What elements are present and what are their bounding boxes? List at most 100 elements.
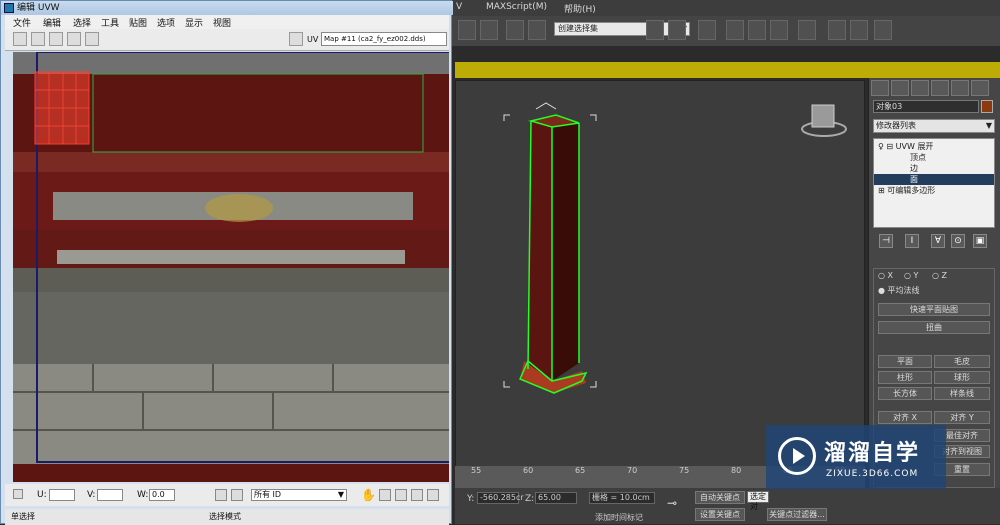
layer-icon[interactable] (698, 20, 716, 40)
selected-dropdown[interactable]: 选定对 (747, 491, 769, 511)
id-filter-dropdown[interactable]: 所有 ID ▼ (251, 489, 347, 501)
hierarchy-tab-icon[interactable] (911, 80, 929, 96)
menu-edit[interactable]: 编辑 (43, 16, 61, 29)
create-tab-icon[interactable] (871, 80, 889, 96)
menu-tools[interactable]: 工具 (101, 16, 119, 29)
motion-tab-icon[interactable] (931, 80, 949, 96)
uv-editor-titlebar[interactable]: 编辑 UVW (1, 1, 453, 15)
render-frame-icon[interactable] (828, 20, 846, 40)
object-name-field[interactable]: 对象03 (873, 100, 979, 113)
align-y-button[interactable]: 对齐 Y (934, 411, 990, 424)
stack-item-vertex[interactable]: 顶点 (910, 152, 926, 163)
abc-icon[interactable] (528, 20, 546, 40)
watermark-title: 溜溜自学 (824, 441, 921, 466)
schematic-view-icon[interactable] (748, 20, 766, 40)
map-select-dropdown[interactable]: Map #11 (ca2_fy_ez002.dds) (321, 32, 447, 46)
uv-editor-window: 编辑 UVW 文件 编辑 选择 工具 贴图 选项 显示 视图 UV Map #1… (0, 0, 453, 525)
lock-selection-icon[interactable] (215, 489, 227, 501)
align-icon[interactable] (668, 20, 686, 40)
radio-label: Y (913, 271, 919, 280)
radio-z[interactable]: ○ Z (932, 271, 947, 280)
spherical-button[interactable]: 球形 (934, 371, 990, 384)
perspective-viewport[interactable] (455, 80, 865, 480)
percent-snap-icon[interactable] (458, 20, 476, 40)
scale-icon[interactable] (49, 32, 63, 46)
radio-average-normals[interactable]: ● 平均法线 (878, 285, 920, 296)
v-field[interactable] (97, 489, 123, 501)
stack-item-editable-poly[interactable]: ⊞ 可编辑多边形 (878, 185, 935, 196)
modify-tab-icon[interactable] (891, 80, 909, 96)
menu-mapping[interactable]: 贴图 (129, 16, 147, 29)
render-setup-icon[interactable] (798, 20, 816, 40)
filter-icon[interactable] (427, 489, 439, 501)
object-color-swatch[interactable] (981, 100, 993, 113)
zoom-region-icon[interactable] (395, 489, 407, 501)
u-field[interactable] (49, 489, 75, 501)
auto-key-button[interactable]: 自动关键点 (695, 491, 745, 504)
planar-button[interactable]: 平面 (878, 355, 932, 368)
add-time-tag-label[interactable]: 添加时间标记 (595, 512, 643, 523)
stack-item-edge[interactable]: 边 (910, 163, 918, 174)
show-map-icon[interactable] (289, 32, 303, 46)
uv-toolbar: UV Map #11 (ca2_fy_ez002.dds) (5, 29, 449, 51)
stack-item-unwrap-uvw[interactable]: ♀ ⊟ UVW 展开 (878, 141, 933, 152)
key-icon[interactable]: ⊸ (667, 496, 677, 510)
rotate-icon[interactable] (31, 32, 45, 46)
show-end-result-icon[interactable]: I (905, 234, 919, 248)
material-editor-icon[interactable] (770, 20, 788, 40)
spline-button[interactable]: 样条线 (934, 387, 990, 400)
curve-editor-icon[interactable] (726, 20, 744, 40)
menu-maxscript[interactable]: MAXScript(M) (486, 2, 547, 12)
mirror-icon[interactable] (646, 20, 664, 40)
w-field[interactable]: 0.0 (149, 489, 175, 501)
modifier-list-dropdown[interactable]: 修改器列表 ▼ (873, 119, 995, 133)
uv-canvas[interactable] (13, 52, 449, 482)
render-icon[interactable] (850, 20, 868, 40)
radio-label: X (887, 271, 894, 280)
stack-item-face[interactable]: 面 (874, 174, 994, 185)
radio-x[interactable]: ○ X (878, 271, 893, 280)
edit-named-selection-icon[interactable] (506, 20, 524, 40)
zoom-icon[interactable] (379, 489, 391, 501)
menu-display[interactable]: 显示 (185, 16, 203, 29)
menu-select[interactable]: 选择 (73, 16, 91, 29)
app-icon (4, 3, 14, 13)
timeline-tick: 80 (731, 466, 742, 475)
pelt-button[interactable]: 毛皮 (934, 355, 990, 368)
menu-view[interactable]: 视图 (213, 16, 231, 29)
configure-sets-icon[interactable]: ▣ (973, 234, 987, 248)
column-object[interactable] (456, 81, 866, 481)
z-coordinate-field[interactable]: 65.00 (535, 492, 577, 504)
status-right: 选择模式 (209, 512, 241, 521)
y-coordinate-field[interactable]: -560.285cr (477, 492, 524, 504)
absolute-mode-icon[interactable] (13, 489, 23, 499)
quick-planar-map-button[interactable]: 快速平面贴图 (878, 303, 990, 316)
stack-item-label: UVW 展开 (895, 142, 934, 151)
spinner-snap-icon[interactable] (480, 20, 498, 40)
set-key-button[interactable]: 设置关键点 (695, 508, 745, 521)
cylindrical-button[interactable]: 柱形 (878, 371, 932, 384)
box-button[interactable]: 长方体 (878, 387, 932, 400)
utilities-tab-icon[interactable] (971, 80, 989, 96)
menu-v[interactable]: V (456, 2, 462, 12)
align-x-button[interactable]: 对齐 X (878, 411, 932, 424)
remove-modifier-icon[interactable]: ⊙ (951, 234, 965, 248)
twist-button[interactable]: 扭曲 (878, 321, 990, 334)
key-filters-button[interactable]: 关键点过滤器... (767, 508, 827, 521)
move-icon[interactable] (13, 32, 27, 46)
pin-stack-icon[interactable]: ⊣ (879, 234, 893, 248)
menu-options[interactable]: 选项 (157, 16, 175, 29)
mirror-icon[interactable] (85, 32, 99, 46)
pan-hand-icon[interactable]: ✋ (361, 488, 376, 502)
teapot-icon[interactable] (874, 20, 892, 40)
timeline-tick: 60 (523, 466, 534, 475)
radio-y[interactable]: ○ Y (904, 271, 918, 280)
radio-label: 平均法线 (887, 286, 920, 295)
paint-select-icon[interactable] (231, 489, 243, 501)
menu-help[interactable]: 帮助(H) (564, 2, 596, 15)
menu-file[interactable]: 文件 (13, 16, 31, 29)
make-unique-icon[interactable]: ∀ (931, 234, 945, 248)
display-tab-icon[interactable] (951, 80, 969, 96)
freeform-icon[interactable] (67, 32, 81, 46)
zoom-extents-icon[interactable] (411, 489, 423, 501)
